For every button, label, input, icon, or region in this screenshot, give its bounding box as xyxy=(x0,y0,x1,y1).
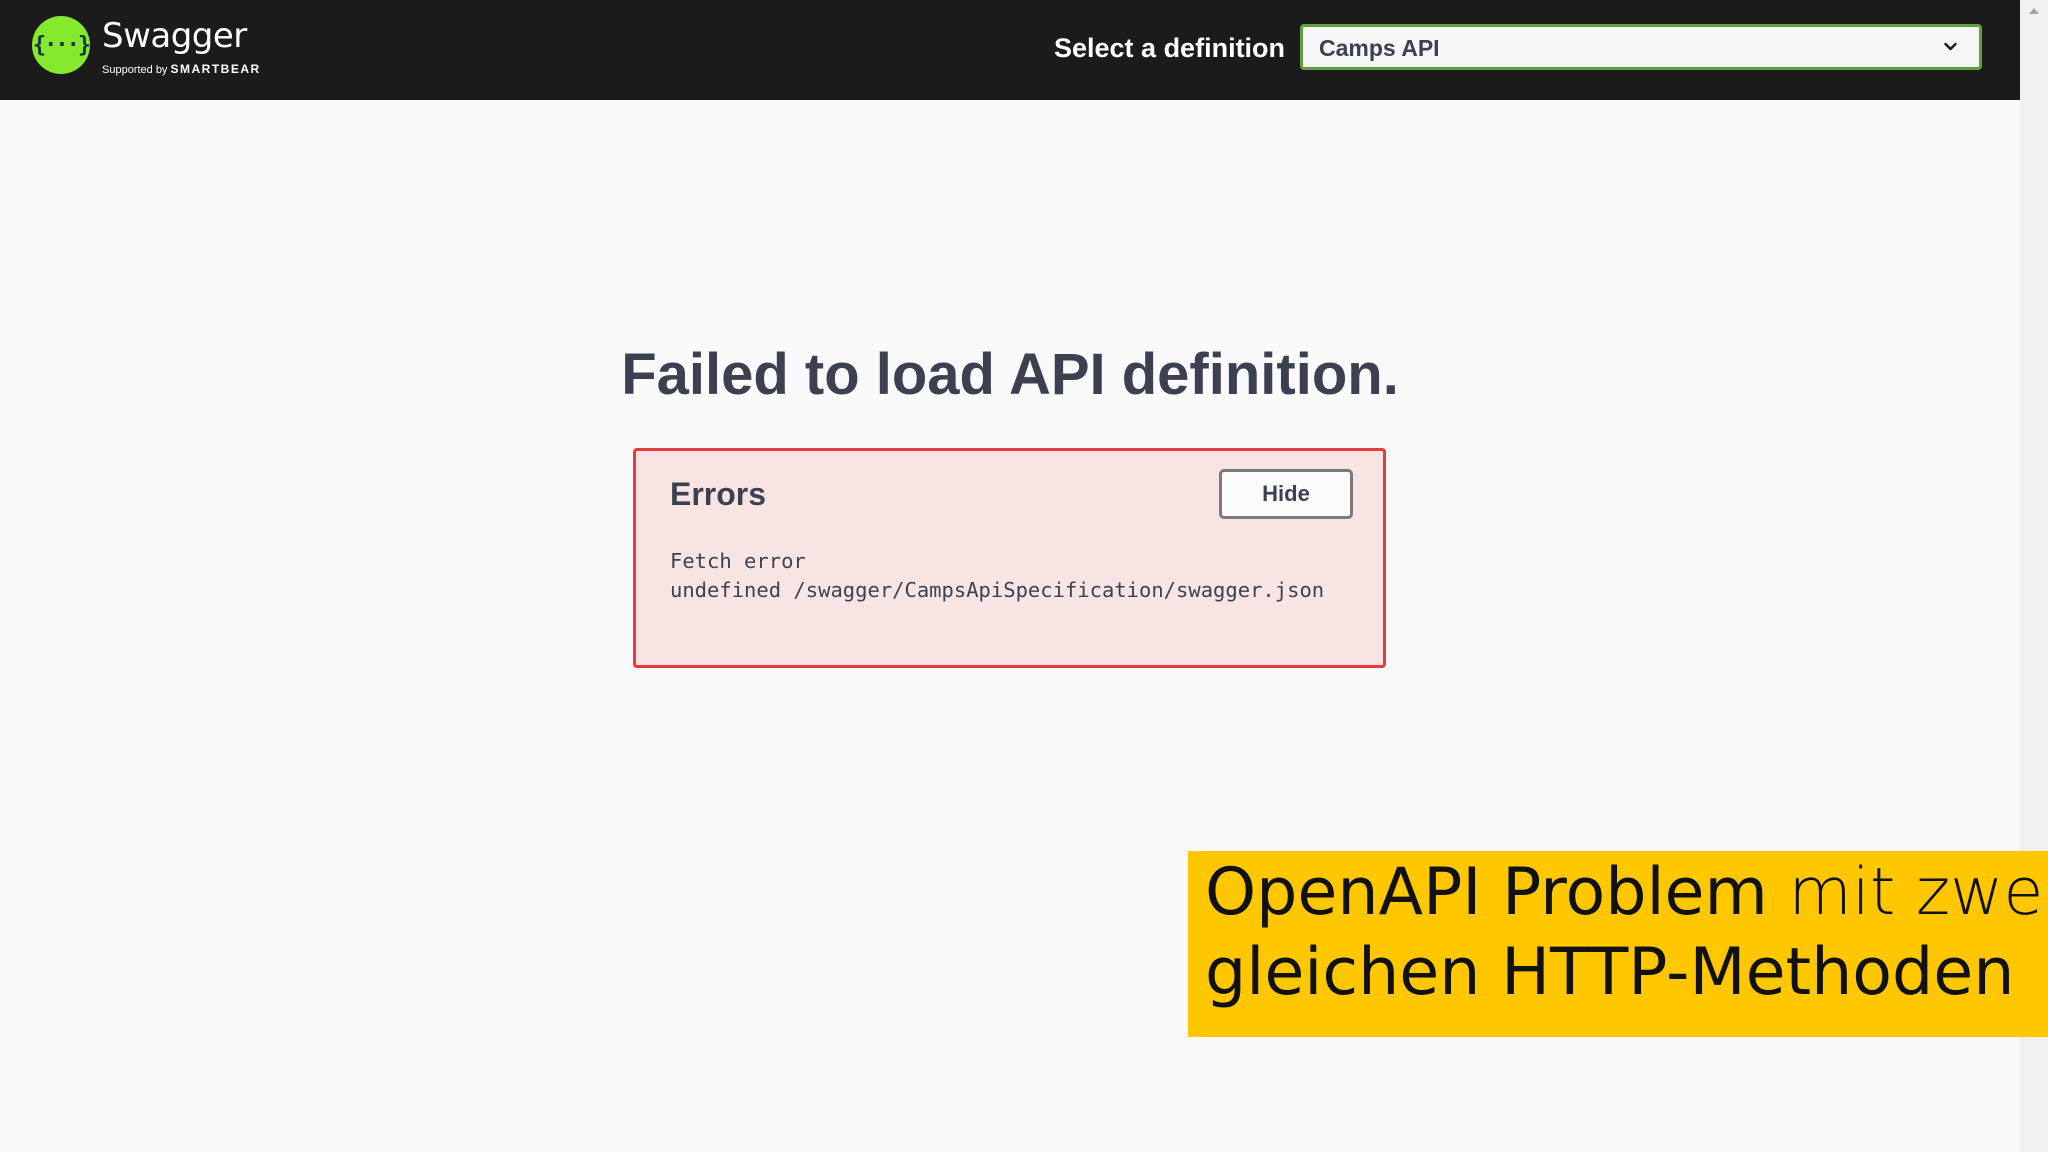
caption-bold-text: OpenAPI Problem xyxy=(1205,855,1768,930)
logo-text: Swagger Supported by SMARTBEAR xyxy=(102,16,261,77)
caption-line-1: OpenAPI Problem mit zwei xyxy=(1205,853,2048,933)
caption-banner: OpenAPI Problem mit zwei gleichen HTTP-M… xyxy=(1188,851,2048,1037)
chevron-down-icon xyxy=(1944,42,1957,51)
caption-light-text: mit zwei xyxy=(1767,855,2048,930)
definition-select[interactable]: Camps API xyxy=(1300,24,1982,70)
logo-brand: SMARTBEAR xyxy=(170,62,261,76)
scroll-up-arrow-icon[interactable] xyxy=(2029,8,2039,14)
logo-tagline: Supported by SMARTBEAR xyxy=(102,62,261,77)
error-message-line: undefined /swagger/CampsApiSpecification… xyxy=(670,578,1325,602)
swagger-logo-icon: {···} xyxy=(32,16,91,74)
caption-line-2: gleichen HTTP-Methoden xyxy=(1205,935,2015,1010)
hide-button[interactable]: Hide xyxy=(1219,469,1353,519)
definition-select-value: Camps API xyxy=(1319,35,1440,61)
swagger-logo[interactable]: {···} Swagger Supported by SMARTBEAR xyxy=(32,16,261,77)
definition-label: Select a definition xyxy=(1054,33,1286,63)
error-message-line: Fetch error xyxy=(670,549,806,573)
page-title: Failed to load API definition. xyxy=(621,342,1399,407)
errors-panel: Errors Hide Fetch error undefined /swagg… xyxy=(633,448,1386,668)
logo-supported-by: Supported by xyxy=(102,64,168,76)
errors-title: Errors xyxy=(670,476,767,512)
top-bar: {···} Swagger Supported by SMARTBEAR Sel… xyxy=(0,0,2020,100)
logo-name: Swagger xyxy=(102,16,247,56)
